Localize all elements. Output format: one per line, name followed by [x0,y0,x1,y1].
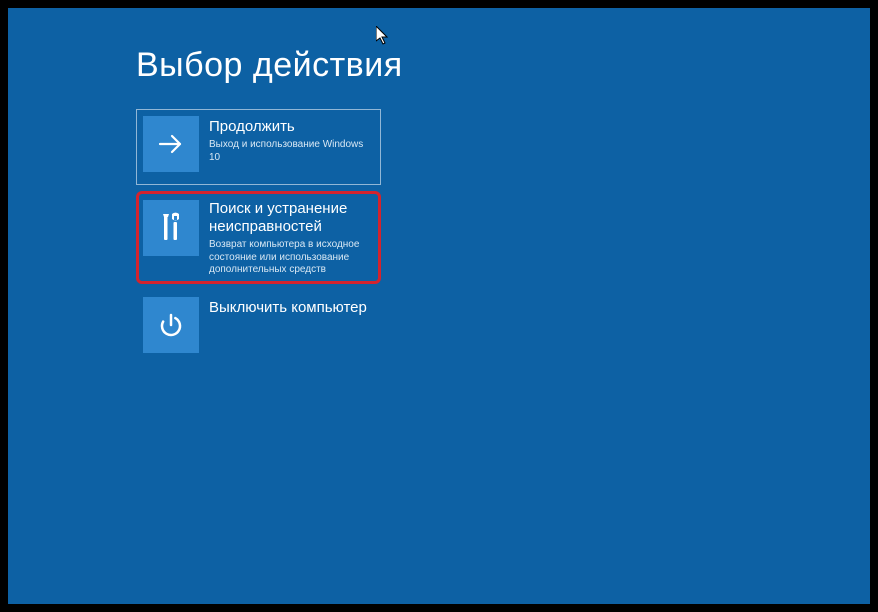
tile-desc: Выход и использование Windows 10 [209,139,370,164]
tile-title: Поиск и устранение неисправностей [209,200,370,236]
page-title: Выбор действия [136,46,870,85]
tile-text: Выключить компьютер [209,297,371,359]
tile-shutdown[interactable]: Выключить компьютер [136,290,381,366]
cursor-icon [376,26,390,46]
recovery-screen: Выбор действия Продолжить Выход и исполь… [8,8,870,604]
tile-list: Продолжить Выход и использование Windows… [136,109,870,366]
arrow-right-icon [143,116,199,172]
tile-title: Продолжить [209,118,370,136]
tile-troubleshoot[interactable]: Поиск и устранение неисправностей Возвра… [136,191,381,284]
power-icon [143,297,199,353]
tile-text: Продолжить Выход и использование Windows… [209,116,374,178]
tile-title: Выключить компьютер [209,299,367,317]
tile-desc: Возврат компьютера в исходное состояние … [209,239,370,277]
tools-icon [143,200,199,256]
tile-continue[interactable]: Продолжить Выход и использование Windows… [136,109,381,185]
tile-text: Поиск и устранение неисправностей Возвра… [209,198,374,277]
